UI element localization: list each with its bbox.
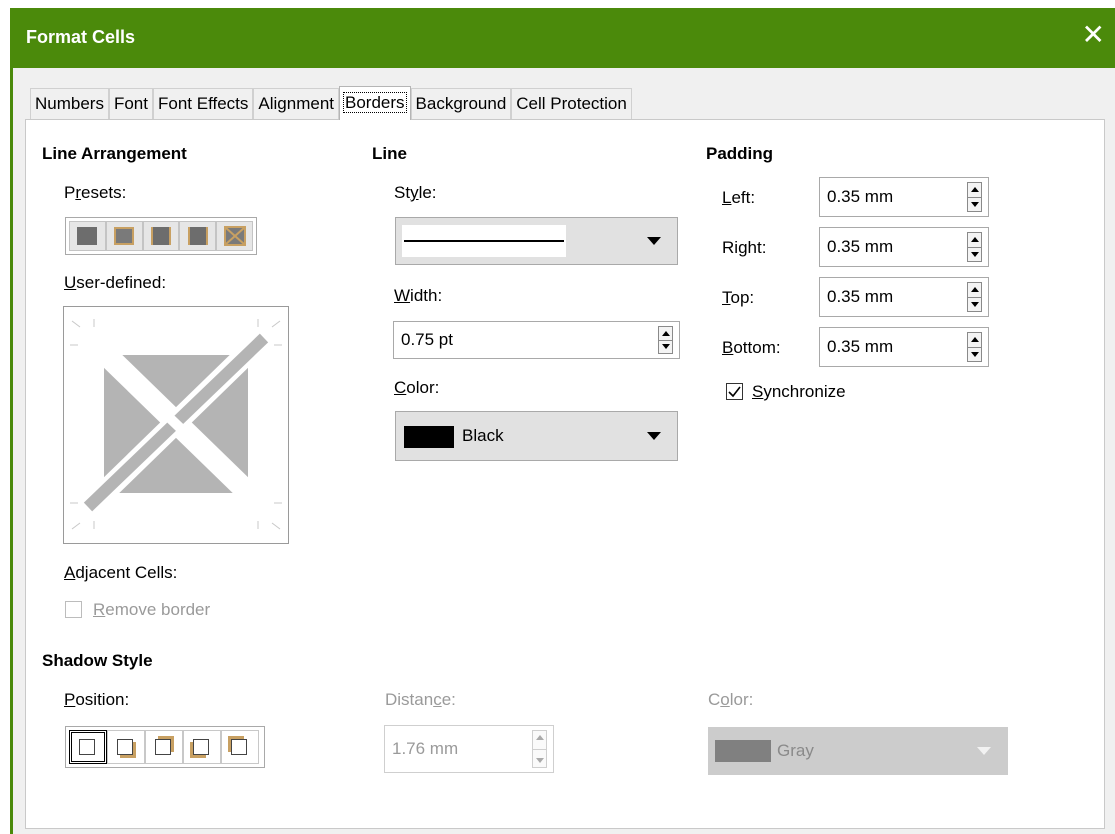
tab-background[interactable]: Background	[410, 88, 512, 120]
padding-left-label: Left:	[722, 188, 756, 207]
shadow-distance-stepper[interactable]	[532, 730, 547, 768]
shadow-position-label: Position:	[64, 690, 130, 709]
shadow-bottom-left-icon	[193, 739, 209, 755]
padding-right-spinbox[interactable]: 0.35 mm	[819, 227, 989, 267]
tab-font[interactable]: Font	[108, 88, 153, 120]
padding-top-spinbox[interactable]: 0.35 mm	[819, 277, 989, 317]
synchronize-label: Synchronize	[752, 382, 846, 401]
shadow-bottom-left-button[interactable]	[183, 730, 221, 764]
preset-outer-horizontal-icon	[150, 227, 171, 245]
preset-diagonal-icon	[223, 226, 246, 246]
shadow-color-value: Gray	[777, 741, 814, 760]
tab-cell-protection[interactable]: Cell Protection	[511, 88, 632, 120]
shadow-none-button[interactable]	[69, 730, 107, 764]
preset-none-button[interactable]	[69, 221, 106, 251]
preset-diagonal-button[interactable]	[216, 221, 253, 251]
color-label: Color:	[394, 378, 440, 397]
title-bar: Format Cells ✕	[10, 8, 1115, 68]
synchronize-checkbox[interactable]	[726, 383, 743, 400]
checkmark-icon	[728, 386, 741, 398]
padding-heading: Padding	[706, 144, 774, 163]
shadow-top-left-icon	[231, 739, 247, 755]
tab-numbers[interactable]: Numbers	[30, 88, 109, 120]
shadow-bottom-right-icon	[117, 739, 133, 755]
tab-font-effects[interactable]: Font Effects	[153, 88, 254, 120]
presets-label: Presets:	[64, 183, 127, 202]
padding-bottom-value: 0.35 mm	[827, 337, 894, 356]
preset-none-icon	[77, 227, 98, 245]
shadow-top-right-button[interactable]	[145, 730, 183, 764]
padding-right-stepper[interactable]	[967, 232, 982, 262]
shadow-distance-label: Distance:	[385, 690, 456, 709]
preset-outer-inner-button[interactable]	[179, 221, 217, 251]
preset-outer-button[interactable]	[105, 221, 143, 251]
padding-left-spinbox[interactable]: 0.35 mm	[819, 177, 989, 217]
shadow-top-right-icon	[155, 739, 171, 755]
line-color-value: Black	[462, 426, 504, 445]
tab-alignment[interactable]: Alignment	[253, 88, 340, 120]
style-label: Style:	[394, 183, 437, 202]
line-color-dropdown[interactable]: Black	[395, 411, 678, 461]
shadow-position-selector	[65, 726, 265, 768]
padding-top-stepper[interactable]	[967, 282, 982, 312]
padding-top-value: 0.35 mm	[827, 287, 894, 306]
preset-outer-horizontal-button[interactable]	[142, 221, 180, 251]
shadow-color-swatch	[715, 740, 771, 762]
padding-bottom-spinbox[interactable]: 0.35 mm	[819, 327, 989, 367]
padding-right-label: Right:	[722, 238, 767, 257]
shadow-none-icon	[79, 739, 95, 755]
shadow-distance-value: 1.76 mm	[392, 739, 459, 758]
line-style-dropdown[interactable]	[395, 217, 678, 265]
tab-borders[interactable]: Borders	[339, 86, 411, 120]
remove-border-checkbox[interactable]	[65, 601, 82, 618]
adjacent-cells-label: Adjacent Cells:	[64, 563, 178, 582]
padding-right-value: 0.35 mm	[827, 237, 894, 256]
line-arrangement-heading: Line Arrangement	[42, 144, 187, 163]
padding-bottom-stepper[interactable]	[967, 332, 982, 362]
line-style-preview	[402, 225, 566, 257]
shadow-color-label: Color:	[708, 690, 754, 709]
color-swatch	[404, 426, 454, 448]
padding-left-stepper[interactable]	[967, 182, 982, 212]
remove-border-label: Remove border	[93, 600, 211, 619]
width-value: 0.75 pt	[401, 330, 453, 349]
line-heading: Line	[372, 144, 407, 163]
preset-outer-inner-icon	[187, 227, 208, 245]
user-defined-label: User-defined:	[64, 273, 167, 292]
shadow-color-dropdown[interactable]: Gray	[708, 727, 1008, 775]
presets-selector	[65, 217, 257, 255]
width-label: Width:	[394, 286, 443, 305]
shadow-top-left-button[interactable]	[221, 730, 259, 764]
width-stepper[interactable]	[658, 326, 673, 354]
padding-bottom-label: Bottom:	[722, 338, 781, 357]
padding-top-label: Top:	[722, 288, 755, 307]
preset-outer-icon	[114, 227, 135, 245]
shadow-style-heading: Shadow Style	[42, 651, 153, 670]
shadow-bottom-right-button[interactable]	[107, 730, 145, 764]
chevron-down-icon	[977, 747, 991, 755]
border-preview-icon	[70, 319, 282, 530]
close-icon[interactable]: ✕	[1082, 21, 1105, 49]
chevron-down-icon	[647, 237, 661, 245]
user-defined-border-area[interactable]	[63, 306, 289, 544]
shadow-distance-spinbox[interactable]: 1.76 mm	[384, 725, 554, 773]
window-title: Format Cells	[26, 27, 136, 47]
width-spinbox[interactable]: 0.75 pt	[393, 321, 680, 359]
tab-bar: Numbers Font Font Effects Alignment Bord…	[30, 86, 632, 120]
chevron-down-icon	[647, 432, 661, 440]
padding-left-value: 0.35 mm	[827, 187, 894, 206]
